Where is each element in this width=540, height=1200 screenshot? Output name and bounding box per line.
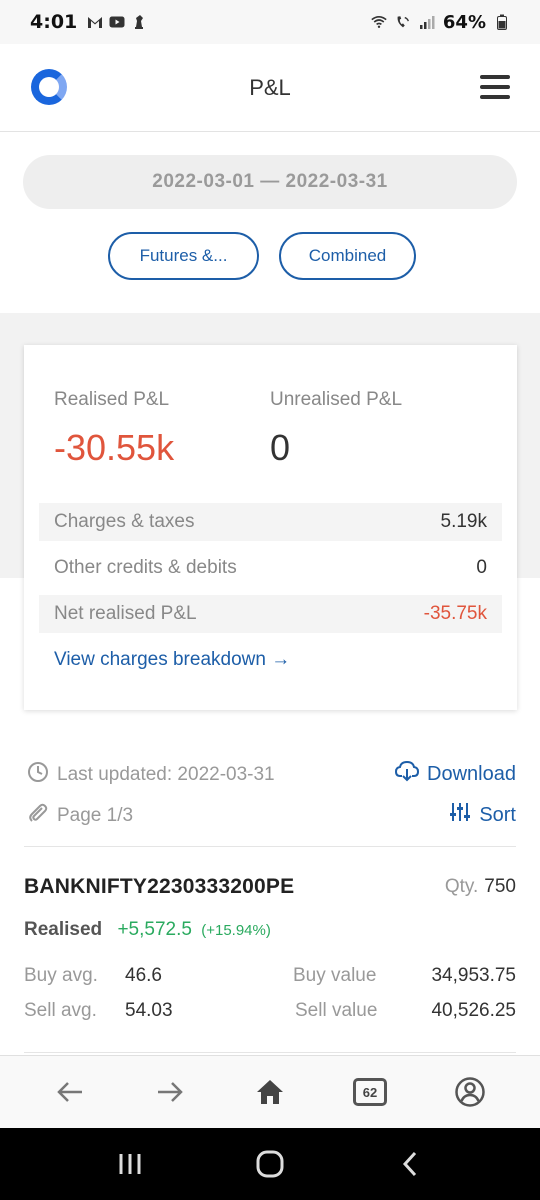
- tabs-count: 62: [353, 1078, 387, 1106]
- page-title: P&L: [249, 74, 291, 100]
- net-realised-row: Net realised P&L -35.75k: [39, 595, 502, 633]
- browser-nav-bar: 62: [0, 1055, 540, 1128]
- divider: [24, 1052, 516, 1053]
- battery-percent: 64%: [442, 11, 486, 33]
- buy-avg-value: 46.6: [125, 965, 162, 987]
- other-credits-value: 0: [476, 557, 487, 578]
- position-realised: Realised +5,572.5 (+15.94%): [24, 919, 271, 941]
- position-qty: Qty. 750: [445, 876, 516, 898]
- sell-avg-value: 54.03: [125, 1000, 173, 1022]
- realised-percent: (+15.94%): [201, 922, 271, 939]
- view-filter-button[interactable]: Combined: [279, 232, 416, 280]
- net-realised-value: -35.75k: [423, 603, 487, 624]
- buy-value-number: 34,953.75: [431, 965, 516, 986]
- app-logo[interactable]: [31, 69, 67, 105]
- segment-filter-button[interactable]: Futures &...: [108, 232, 259, 280]
- sell-value-label: Sell value: [295, 1000, 378, 1021]
- home-icon[interactable]: [250, 1072, 290, 1112]
- signal-icon: [419, 14, 435, 30]
- other-credits-label: Other credits & debits: [54, 557, 237, 578]
- buy-avg-label: Buy avg.: [24, 965, 98, 986]
- app-header: P&L: [0, 44, 540, 132]
- last-updated-text: Last updated: 2022-03-31: [57, 764, 275, 785]
- realised-value: +5,572.5: [117, 919, 192, 940]
- date-range-picker[interactable]: 2022-03-01 — 2022-03-31: [23, 155, 517, 209]
- battery-icon: [494, 14, 510, 30]
- wifi-icon: [371, 14, 387, 30]
- home-circle-icon[interactable]: [250, 1144, 290, 1184]
- net-realised-label: Net realised P&L: [54, 603, 197, 624]
- position-symbol[interactable]: BANKNIFTY2230333200PE: [24, 875, 294, 899]
- other-credits-row: Other credits & debits 0: [39, 549, 502, 587]
- sell-avg-label: Sell avg.: [24, 1000, 97, 1021]
- system-nav-bar: [0, 1128, 540, 1200]
- sell-value-value: 40,526.25: [431, 1000, 516, 1022]
- sell-avg-number: 54.03: [125, 1000, 173, 1021]
- system-back-icon[interactable]: [390, 1144, 430, 1184]
- back-arrow-icon[interactable]: [50, 1072, 90, 1112]
- status-bar: 4:01 64%: [0, 0, 540, 44]
- paperclip-icon: [27, 802, 49, 830]
- qty-value: 750: [484, 876, 516, 897]
- filter-area: 2022-03-01 — 2022-03-31 Futures &... Com…: [0, 133, 540, 313]
- realised-pnl-value: -30.55k: [54, 427, 175, 468]
- charges-value: 5.19k: [440, 511, 487, 532]
- account-icon[interactable]: [450, 1072, 490, 1112]
- last-updated: Last updated: 2022-03-31: [27, 761, 275, 789]
- sort-button[interactable]: Sort: [449, 801, 516, 829]
- cloud-download-icon: [395, 760, 420, 788]
- sort-label: Sort: [479, 803, 516, 826]
- qty-label: Qty.: [444, 876, 479, 897]
- download-button[interactable]: Download: [395, 760, 516, 788]
- forward-arrow-icon[interactable]: [150, 1072, 190, 1112]
- realised-label: Realised: [24, 919, 103, 940]
- charges-row: Charges & taxes 5.19k: [39, 503, 502, 541]
- sliders-icon: [449, 801, 471, 829]
- divider: [24, 846, 516, 847]
- page-indicator: Page 1/3: [27, 802, 133, 830]
- tabs-button[interactable]: 62: [350, 1072, 390, 1112]
- charges-label: Charges & taxes: [54, 511, 195, 532]
- hamburger-menu-icon[interactable]: [480, 75, 510, 99]
- pnl-summary-card: Realised P&L -30.55k Unrealised P&L 0 Ch…: [24, 345, 517, 710]
- unrealised-pnl-label: Unrealised P&L: [270, 389, 403, 410]
- buy-avg-number: 46.6: [125, 965, 162, 986]
- youtube-icon: [109, 14, 125, 30]
- page-text: Page 1/3: [57, 805, 134, 826]
- status-time: 4:01: [30, 11, 78, 33]
- gmail-icon: [87, 14, 103, 30]
- call-icon: [395, 14, 411, 30]
- clock-icon: [27, 761, 49, 789]
- download-label: Download: [427, 762, 516, 785]
- buy-value-value: 34,953.75: [431, 965, 516, 987]
- chess-icon: [131, 14, 147, 30]
- recent-apps-icon[interactable]: [110, 1144, 150, 1184]
- sell-value-number: 40,526.25: [431, 1000, 516, 1021]
- view-charges-breakdown-link[interactable]: View charges breakdown →: [54, 649, 290, 671]
- realised-pnl-label: Realised P&L: [54, 389, 170, 410]
- unrealised-pnl-value: 0: [270, 427, 291, 468]
- buy-value-label: Buy value: [293, 965, 377, 986]
